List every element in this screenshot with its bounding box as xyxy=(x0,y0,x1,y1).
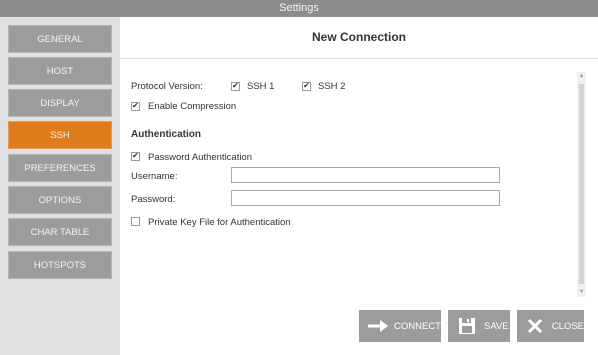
sidebar-item-label: HOST xyxy=(46,65,74,77)
arrow-right-icon xyxy=(365,316,390,336)
connect-button[interactable]: CONNECT xyxy=(359,310,441,342)
sidebar-item-label: CHAR TABLE xyxy=(30,226,90,238)
password-input[interactable] xyxy=(231,190,500,206)
username-input[interactable] xyxy=(231,167,500,183)
authentication-heading: Authentication xyxy=(131,129,201,140)
ssh2-checkbox[interactable] xyxy=(302,82,311,91)
sidebar-item-preferences[interactable]: PREFERENCES xyxy=(8,154,112,182)
sidebar-item-char-table[interactable]: CHAR TABLE xyxy=(8,218,112,246)
username-label: Username: xyxy=(131,171,178,182)
sidebar-item-host[interactable]: HOST xyxy=(8,57,112,85)
window-title: Settings xyxy=(279,2,319,14)
scrollbar-thumb[interactable] xyxy=(579,84,584,284)
sidebar-item-general[interactable]: GENERAL xyxy=(8,25,112,53)
sidebar-item-options[interactable]: OPTIONS xyxy=(8,186,112,214)
main-panel: New Connection Protocol Version: SSH 1 S… xyxy=(120,17,598,355)
scroll-down-icon[interactable]: ▼ xyxy=(577,288,586,297)
vertical-scrollbar[interactable]: ▲ ▼ xyxy=(577,72,586,297)
enable-compression-label: Enable Compression xyxy=(148,101,237,112)
private-key-label: Private Key File for Authentication xyxy=(148,217,291,228)
sidebar-item-display[interactable]: DISPLAY xyxy=(8,89,112,117)
sidebar-item-label: SSH xyxy=(50,129,70,141)
ssh2-label: SSH 2 xyxy=(318,81,346,92)
protocol-version-label: Protocol Version: xyxy=(131,81,203,92)
close-label: CLOSE xyxy=(551,320,584,332)
page-title: New Connection xyxy=(120,17,598,59)
window-titlebar: Settings xyxy=(0,0,598,17)
sidebar-item-ssh[interactable]: SSH xyxy=(8,121,112,149)
sidebar-item-hotspots[interactable]: HOTSPOTS xyxy=(8,251,112,279)
password-label: Password: xyxy=(131,194,176,205)
password-authentication-label: Password Authentication xyxy=(148,152,253,163)
save-label: SAVE xyxy=(484,320,509,332)
sidebar-item-label: DISPLAY xyxy=(40,97,80,109)
sidebar-item-label: OPTIONS xyxy=(38,194,82,206)
sidebar-item-label: GENERAL xyxy=(37,33,83,45)
close-button[interactable]: CLOSE xyxy=(517,310,584,342)
enable-compression-checkbox[interactable] xyxy=(131,102,140,111)
save-button[interactable]: SAVE xyxy=(448,310,510,342)
ssh1-label: SSH 1 xyxy=(247,81,275,92)
sidebar-item-label: PREFERENCES xyxy=(24,162,96,174)
private-key-checkbox[interactable] xyxy=(131,217,140,226)
connect-label: CONNECT xyxy=(394,320,441,332)
floppy-disk-icon xyxy=(454,316,480,336)
close-x-icon xyxy=(523,316,548,336)
sidebar-item-label: HOTSPOTS xyxy=(33,259,87,271)
sidebar: GENERAL HOST DISPLAY SSH PREFERENCES OPT… xyxy=(0,17,120,355)
password-authentication-checkbox[interactable] xyxy=(131,152,140,161)
scroll-up-icon[interactable]: ▲ xyxy=(577,72,586,81)
ssh1-checkbox[interactable] xyxy=(231,82,240,91)
